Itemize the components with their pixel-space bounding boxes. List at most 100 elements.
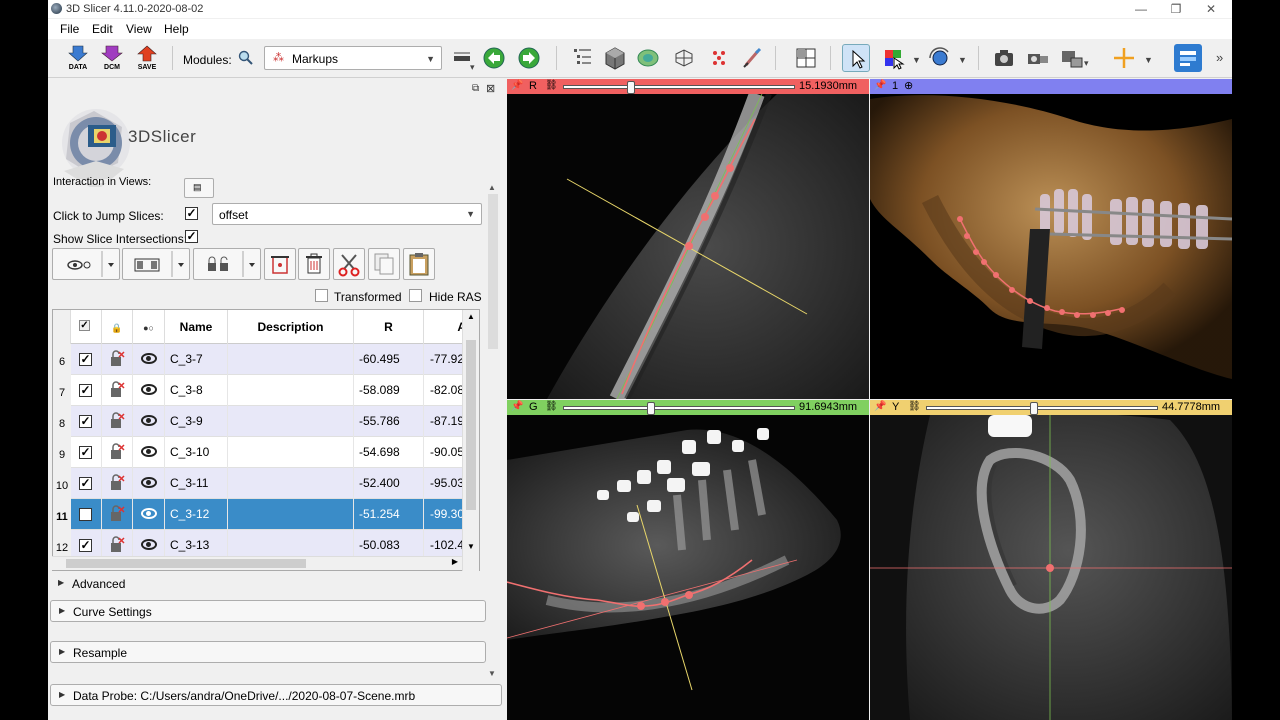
menu-help[interactable]: Help (164, 22, 189, 36)
slice-intersections-checkbox[interactable]: ✓ (185, 230, 198, 243)
paste-button[interactable] (403, 248, 435, 280)
table-horizontal-scrollbar[interactable]: ▶ (52, 556, 462, 570)
panel-scroll-down-icon[interactable]: ▼ (488, 669, 496, 678)
row-number[interactable]: 6 (53, 344, 71, 375)
close-panel-icon[interactable]: ⊠ (486, 82, 495, 95)
row-select-cell[interactable]: ✓ (71, 468, 102, 499)
row-visibility-cell[interactable] (133, 468, 165, 499)
pin-icon[interactable]: 📌 (874, 401, 886, 412)
volumes-module-button[interactable] (601, 44, 629, 72)
row-selected-checkbox[interactable]: ✓ (79, 415, 92, 428)
delete-all-button[interactable] (298, 248, 330, 280)
row-name[interactable]: C_3-7 (165, 344, 228, 375)
link-icon[interactable]: ⛓ (545, 401, 558, 412)
yellow-slider-knob[interactable] (1030, 402, 1039, 415)
table-row[interactable]: 11 ✓ C_3-12 -51.254 -99.306 (53, 499, 479, 530)
row-selected-checkbox[interactable]: ✓ (79, 353, 92, 366)
cut-button[interactable] (333, 248, 365, 280)
3d-view[interactable]: 📌 1 ⊕ (870, 79, 1232, 399)
scene-view-button[interactable] (1024, 44, 1052, 72)
mouse-mode-view-button[interactable] (842, 44, 870, 72)
row-number[interactable]: 11 (53, 499, 71, 530)
yellow-offset-slider[interactable] (926, 402, 1158, 415)
load-data-button[interactable]: DATA (64, 44, 92, 72)
table-row[interactable]: 10 ✓ C_3-11 -52.400 -95.033 (53, 468, 479, 499)
data-module-button[interactable] (568, 44, 596, 72)
link-icon[interactable]: ⛓ (545, 80, 558, 91)
scroll-down-icon[interactable]: ▼ (467, 542, 475, 551)
table-row[interactable]: 6 ✓ C_3-7 -60.495 -77.928 (53, 344, 479, 375)
row-r[interactable]: -55.786 (354, 406, 424, 437)
pin-icon[interactable]: 📌 (511, 80, 523, 91)
row-r[interactable]: -52.400 (354, 468, 424, 499)
row-description[interactable] (228, 344, 354, 375)
row-selected-checkbox[interactable]: ✓ (79, 446, 92, 459)
row-selected-checkbox[interactable]: ✓ (79, 477, 92, 490)
row-visibility-cell[interactable] (133, 406, 165, 437)
red-slice-view[interactable]: 📌 R ⛓ 15.1930mm (507, 79, 869, 399)
toolbar-overflow-button[interactable]: » (1216, 50, 1223, 65)
advanced-section[interactable]: ▶ Advanced (50, 573, 486, 595)
data-probe-section[interactable]: ▶ Data Probe: C:/Users/andra/OneDrive/..… (50, 684, 502, 706)
row-lock-cell[interactable] (102, 406, 133, 437)
row-select-cell[interactable]: ✓ (71, 375, 102, 406)
header-lock[interactable]: 🔒 (102, 310, 133, 344)
row-number[interactable]: 7 (53, 375, 71, 406)
row-selected-checkbox[interactable]: ✓ (79, 384, 92, 397)
selection-toggle-button[interactable] (122, 248, 190, 280)
row-number[interactable]: 9 (53, 437, 71, 468)
row-visibility-cell[interactable] (133, 344, 165, 375)
row-r[interactable]: -58.089 (354, 375, 424, 406)
row-select-cell[interactable]: ✓ (71, 437, 102, 468)
place-markup-button[interactable]: ▼ (880, 44, 921, 72)
models-module-button[interactable] (634, 44, 662, 72)
row-number[interactable]: 10 (53, 468, 71, 499)
scroll-up-icon[interactable]: ▲ (467, 312, 475, 321)
forward-button[interactable] (515, 44, 543, 72)
markups-module-button[interactable] (705, 44, 733, 72)
module-selector[interactable]: ⁂ Markups ▼ (264, 46, 442, 70)
red-offset-slider[interactable] (563, 81, 795, 94)
jump-slices-checkbox[interactable]: ✓ (185, 207, 198, 220)
table-row[interactable]: 8 ✓ C_3-9 -55.786 -87.194 (53, 406, 479, 437)
header-select-all[interactable]: ✓ (71, 310, 102, 344)
segment-editor-button[interactable] (738, 44, 766, 72)
row-description[interactable] (228, 468, 354, 499)
row-r[interactable]: -51.254 (354, 499, 424, 530)
row-description[interactable] (228, 437, 354, 468)
row-selected-checkbox[interactable]: ✓ (79, 539, 92, 552)
red-slider-knob[interactable] (626, 81, 635, 94)
hscroll-thumb[interactable] (66, 559, 306, 568)
lock-toggle-button[interactable] (193, 248, 261, 280)
row-select-cell[interactable]: ✓ (71, 406, 102, 437)
scroll-right-icon[interactable]: ▶ (452, 557, 458, 566)
row-visibility-cell[interactable] (133, 375, 165, 406)
layout-button[interactable] (792, 44, 820, 72)
row-visibility-cell[interactable] (133, 437, 165, 468)
table-row[interactable]: 7 ✓ C_3-8 -58.089 -82.086 (53, 375, 479, 406)
dicom-button[interactable]: DCM (98, 44, 126, 72)
header-name[interactable]: Name (165, 310, 228, 344)
header-visibility[interactable]: ●○ (133, 310, 165, 344)
module-history-button[interactable]: ▾ (450, 44, 478, 72)
menu-edit[interactable]: Edit (92, 22, 113, 36)
header-description[interactable]: Description (228, 310, 354, 344)
transforms-module-button[interactable] (670, 44, 698, 72)
row-description[interactable] (228, 375, 354, 406)
row-name[interactable]: C_3-8 (165, 375, 228, 406)
row-description[interactable] (228, 406, 354, 437)
minimize-button[interactable]: — (1134, 2, 1148, 16)
row-visibility-cell[interactable] (133, 499, 165, 530)
row-lock-cell[interactable] (102, 499, 133, 530)
row-selected-checkbox[interactable]: ✓ (79, 508, 92, 521)
back-button[interactable] (480, 44, 508, 72)
row-name[interactable]: C_3-10 (165, 437, 228, 468)
panel-scroll-thumb[interactable] (488, 194, 498, 349)
center-view-icon[interactable]: ⊕ (904, 79, 913, 92)
green-slider-knob[interactable] (646, 402, 655, 415)
pin-icon[interactable]: 📌 (874, 80, 886, 91)
resample-section[interactable]: ▶ Resample (50, 641, 486, 663)
transformed-checkbox[interactable] (315, 289, 328, 302)
hide-ras-checkbox[interactable] (409, 289, 422, 302)
extensions-button[interactable]: ▾ (1058, 44, 1089, 72)
